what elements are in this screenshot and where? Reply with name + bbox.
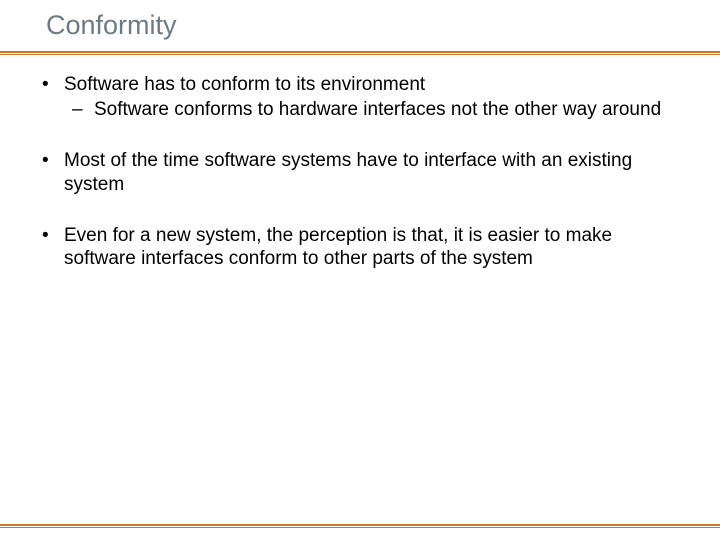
bullet-item: Software has to conform to its environme… — [34, 73, 680, 121]
sub-bullet-item: Software conforms to hardware interfaces… — [64, 98, 680, 121]
slide-title: Conformity — [46, 10, 720, 41]
bullet-item: Even for a new system, the perception is… — [34, 224, 680, 270]
sub-bullet-text: Software conforms to hardware interfaces… — [94, 99, 661, 120]
title-area: Conformity — [0, 0, 720, 45]
divider-bottom — [0, 524, 720, 528]
sub-bullet-list: Software conforms to hardware interfaces… — [64, 98, 680, 121]
bullet-text: Even for a new system, the perception is… — [64, 225, 612, 269]
slide: Conformity Software has to conform to it… — [0, 0, 720, 540]
content-area: Software has to conform to its environme… — [0, 55, 720, 540]
bullet-item: Most of the time software systems have t… — [34, 149, 680, 195]
bullet-text: Software has to conform to its environme… — [64, 74, 425, 95]
bullet-text: Most of the time software systems have t… — [64, 150, 632, 194]
bullet-list: Software has to conform to its environme… — [34, 73, 680, 270]
